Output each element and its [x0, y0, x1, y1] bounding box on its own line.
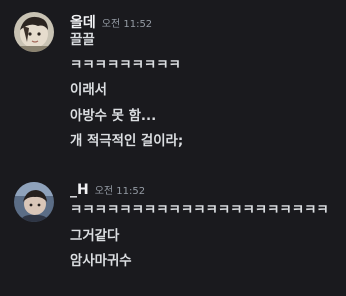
message-group: _H 오전 11:52 ㅋㅋㅋㅋㅋㅋㅋㅋㅋㅋㅋㅋㅋㅋㅋㅋㅋㅋㅋㅋㅋ 그거같다 암… [0, 182, 346, 282]
timestamp: 오전 11:52 [101, 19, 153, 30]
avatar[interactable] [14, 182, 54, 222]
message-header: _H 오전 11:52 [70, 182, 145, 202]
message-text: 그거같다 [70, 229, 120, 244]
avatar-olde-icon [14, 12, 54, 52]
avatar-h-icon [14, 182, 54, 222]
message-text: 이래서 [70, 83, 107, 98]
chat-log: 올데 오전 11:52 끌끌 ㅋㅋㅋㅋㅋㅋㅋㅋㅋ 이래서 아방수 못 함... … [0, 0, 346, 296]
message-group: 올데 오전 11:52 끌끌 ㅋㅋㅋㅋㅋㅋㅋㅋㅋ 이래서 아방수 못 함... … [0, 12, 346, 162]
message-text: 끌끌 [70, 33, 95, 48]
message-text: 아방수 못 함... [70, 109, 157, 124]
message-text: ㅋㅋㅋㅋㅋㅋㅋㅋㅋ [70, 58, 181, 73]
message-text: ㅋㅋㅋㅋㅋㅋㅋㅋㅋㅋㅋㅋㅋㅋㅋㅋㅋㅋㅋㅋㅋ [70, 203, 329, 218]
avatar[interactable] [14, 12, 54, 52]
message-text: 암사마귀수 [70, 254, 132, 269]
username[interactable]: 올데 [70, 12, 96, 32]
message-header: 올데 오전 11:52 [70, 12, 152, 32]
timestamp: 오전 11:52 [94, 186, 146, 197]
username[interactable]: _H [70, 182, 89, 198]
message-text: 개 적극적인 걸이라; [70, 134, 184, 149]
